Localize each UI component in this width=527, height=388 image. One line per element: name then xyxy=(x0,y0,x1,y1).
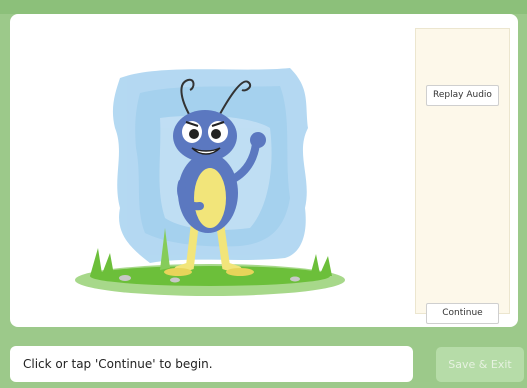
continue-button[interactable]: Continue xyxy=(426,303,499,324)
ant-illustration xyxy=(75,68,345,296)
replay-audio-button[interactable]: Replay Audio xyxy=(426,85,499,106)
instruction-text: Click or tap 'Continue' to begin. xyxy=(10,346,413,382)
activity-stage: Replay Audio Continue xyxy=(10,14,518,327)
side-panel: Replay Audio Continue xyxy=(415,28,510,324)
top-bar xyxy=(0,0,527,14)
save-exit-button[interactable]: Save & Exit xyxy=(436,347,524,382)
